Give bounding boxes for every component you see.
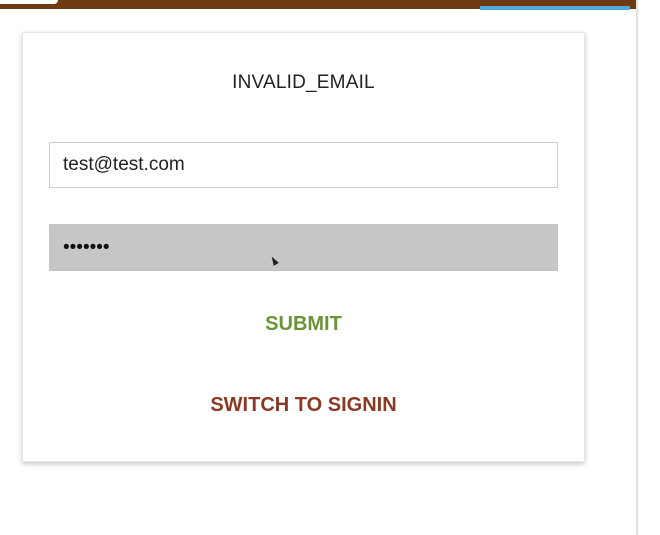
header-tab bbox=[0, 0, 58, 4]
switch-to-signin-button[interactable]: SWITCH TO SIGNIN bbox=[23, 390, 584, 420]
submit-button[interactable]: SUBMIT bbox=[23, 309, 584, 339]
header-active-tab-indicator bbox=[480, 6, 630, 10]
window-right-edge bbox=[636, 0, 660, 535]
auth-card: INVALID_EMAIL SUBMIT SWITCH TO SIGNIN bbox=[22, 32, 585, 462]
password-field[interactable] bbox=[49, 224, 558, 271]
email-field[interactable] bbox=[49, 142, 558, 188]
error-message: INVALID_EMAIL bbox=[232, 72, 375, 93]
